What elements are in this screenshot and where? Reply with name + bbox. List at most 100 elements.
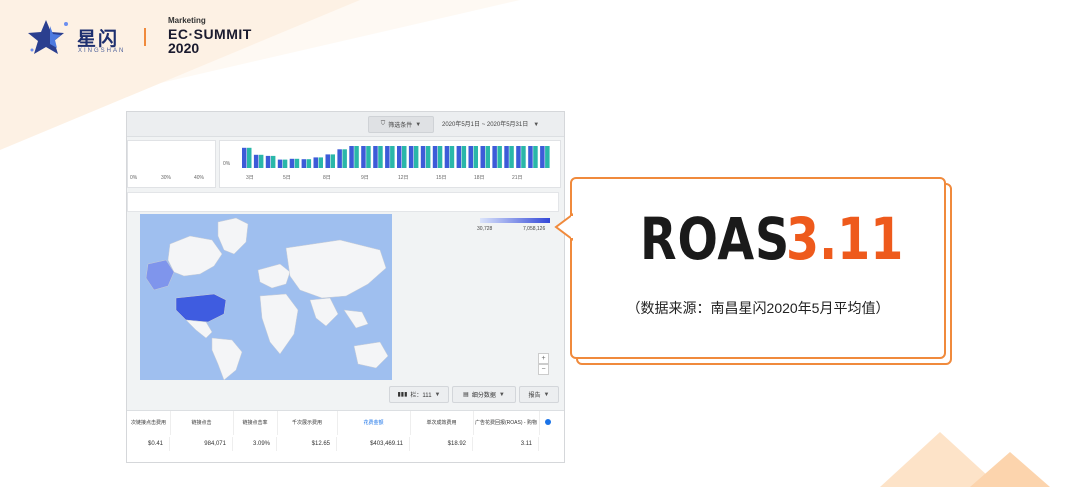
- report-button[interactable]: 报告 ▼: [519, 386, 559, 403]
- daily-bar-teal: [282, 159, 288, 168]
- filter-label: 筛选条件: [388, 123, 413, 129]
- cell-link-clicks: 984,071: [170, 437, 233, 451]
- daily-bar-teal: [413, 146, 419, 168]
- cell-cpm: $12.65: [277, 437, 337, 451]
- roas-value: 3.11: [786, 205, 904, 273]
- breakdown-label: 细分数据: [471, 393, 496, 399]
- chevron-down-icon: ▼: [498, 391, 505, 398]
- world-map-shapes: [145, 217, 389, 380]
- cell-amount-spent: $403,469.11: [337, 437, 410, 451]
- chevron-down-icon: ▼: [543, 391, 550, 398]
- bar-xtick: 5日: [283, 175, 291, 181]
- zoom-in-button[interactable]: +: [538, 353, 549, 364]
- chevron-down-icon: ▼: [529, 122, 540, 128]
- data-source-note: （数据来源：南昌星闪2020年5月平均值）: [626, 300, 890, 316]
- bg-mountain-small: [970, 452, 1050, 487]
- daily-bar-teal: [533, 146, 538, 168]
- col-header-cpm[interactable]: 千次展示费用: [277, 411, 338, 435]
- col-header-link-clicks[interactable]: 链接点击: [170, 411, 234, 435]
- daily-bar-blue: [468, 146, 473, 168]
- columns-icon: ▮▮▮: [397, 392, 408, 398]
- daily-bar-blue: [385, 146, 390, 168]
- summit-year: 2020: [168, 40, 200, 56]
- col-header-cost-per-result[interactable]: 单次成效费用: [410, 411, 474, 435]
- brand-name-en: XINGSHAN: [78, 48, 126, 54]
- callout-pointer: [554, 213, 574, 241]
- date-range-label: 2020年5月1日 ~ 2020年5月31日: [442, 122, 529, 128]
- daily-bar-blue: [313, 157, 318, 168]
- cell-cost-per-result: $18.92: [410, 437, 473, 451]
- daily-bar-teal: [425, 146, 431, 168]
- bar-xtick: 9日: [361, 175, 369, 181]
- roas-label: ROAS: [640, 205, 791, 273]
- daily-bar-blue: [444, 146, 450, 168]
- daily-bar-blue: [373, 146, 378, 168]
- daily-bar-teal: [342, 149, 347, 168]
- summit-marketing: Marketing: [168, 16, 206, 25]
- pct-tick: 40%: [194, 175, 205, 181]
- daily-bar-teal: [461, 146, 467, 168]
- col-header-ctr[interactable]: 链接点击率: [233, 411, 278, 435]
- daily-bar-blue: [420, 146, 426, 168]
- world-map[interactable]: [140, 214, 392, 380]
- columns-button[interactable]: ▮▮▮ 栏：111 ▼: [389, 386, 449, 403]
- chevron-down-icon: ▼: [434, 391, 441, 398]
- cell-roas: 3.11: [473, 437, 539, 451]
- col-header-amount-spent[interactable]: 花费金额: [337, 411, 411, 435]
- daily-bar-blue: [337, 149, 342, 168]
- header-divider: [144, 28, 146, 46]
- daily-bar-blue: [540, 146, 545, 168]
- map-legend-gradient: [480, 218, 550, 223]
- daily-bar-teal: [390, 146, 395, 168]
- daily-bar-teal: [330, 154, 335, 168]
- daily-bar-chart-card: 0% 3日 5日 8日 9日 12日 15日 18日 21日: [219, 140, 561, 188]
- dashboard-toolbar: ⛉ 筛选条件 ▼ 2020年5月1日 ~ 2020年5月31日 ▼: [127, 112, 564, 137]
- daily-bar-blue: [456, 146, 462, 168]
- daily-bar-blue: [492, 146, 497, 168]
- daily-bar-blue: [325, 154, 330, 168]
- cell-ctr: 3.09%: [233, 437, 277, 451]
- star-logo-icon: [28, 20, 68, 54]
- brand-name-cn: 星闪: [77, 29, 120, 50]
- daily-bar-teal: [378, 146, 383, 168]
- zoom-out-button[interactable]: −: [538, 364, 549, 375]
- ads-dashboard-screenshot: ⛉ 筛选条件 ▼ 2020年5月1日 ~ 2020年5月31日 ▼ 0% 30%…: [126, 111, 565, 463]
- daily-bar-blue: [301, 159, 307, 168]
- daily-bars: [242, 146, 550, 168]
- daily-bar-blue: [480, 146, 485, 168]
- bar-axis-zero: 0%: [223, 161, 231, 167]
- column-settings-icon[interactable]: [545, 419, 551, 425]
- columns-label: 栏：111: [410, 393, 432, 399]
- bar-xtick: 12日: [398, 175, 409, 181]
- col-header-roas[interactable]: 广告花费回报(ROAS) - 购物: [473, 411, 540, 435]
- pct-tick: 0%: [130, 175, 138, 181]
- filter-button[interactable]: ⛉ 筛选条件 ▼: [368, 116, 434, 133]
- cell-cpc: $0.41: [127, 437, 170, 451]
- daily-bar-teal: [485, 146, 490, 168]
- date-range-picker[interactable]: 2020年5月1日 ~ 2020年5月31日 ▼: [442, 119, 539, 128]
- daily-bar-teal: [354, 146, 359, 168]
- bar-xtick: 15日: [436, 175, 447, 181]
- metrics-table: 次链接点击费用 链接点击 链接点击率 千次展示费用 花费金额 单次成效费用 广告…: [127, 410, 564, 462]
- breakdown-button[interactable]: ▤ 细分数据 ▼: [452, 386, 516, 403]
- daily-bar-blue: [349, 146, 354, 168]
- daily-bar-teal: [270, 155, 276, 168]
- pct-tick: 30%: [161, 175, 172, 181]
- daily-bar-teal: [449, 146, 455, 168]
- percent-chart-card: 0% 30% 40%: [127, 140, 216, 188]
- daily-bar-blue: [361, 146, 366, 168]
- map-legend-min: 30,728: [477, 226, 493, 232]
- daily-bar-blue: [397, 146, 402, 168]
- col-header-cpc[interactable]: 次链接点击费用: [127, 411, 171, 435]
- bar-xtick: 18日: [474, 175, 485, 181]
- daily-bar-blue: [432, 146, 438, 168]
- daily-bar-blue: [516, 146, 521, 168]
- chevron-down-icon: ▼: [415, 121, 422, 128]
- daily-bar-teal: [497, 146, 502, 168]
- daily-bar-teal: [521, 146, 526, 168]
- daily-bar-blue: [253, 154, 259, 168]
- daily-bar-blue: [277, 159, 283, 168]
- daily-bar-teal: [473, 146, 478, 168]
- report-label: 报告: [528, 393, 541, 399]
- bar-xtick: 8日: [323, 175, 331, 181]
